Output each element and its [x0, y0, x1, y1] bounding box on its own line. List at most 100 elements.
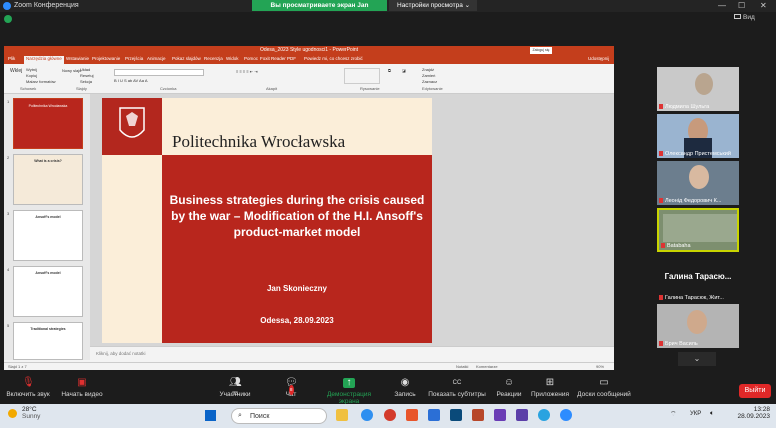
muted-mic-icon [659, 151, 663, 157]
captions-icon: CC [452, 380, 462, 386]
tell-me-search[interactable]: Powiedz mi, co chcesz zrobić [304, 56, 363, 61]
teams-icon[interactable] [494, 409, 506, 421]
ribbon-group-font: Czcionka [160, 86, 177, 91]
muted-mic-icon [659, 104, 663, 110]
current-slide[interactable]: Politechnika Wrocławska Business strateg… [102, 98, 432, 343]
share-button[interactable]: Udostępnij [588, 56, 609, 61]
apps-button[interactable]: ⊞ Приложения [530, 378, 570, 399]
network-icon[interactable]: ⌔ [670, 410, 677, 419]
tab-slideshow[interactable]: Pokaz slajdów [172, 56, 201, 61]
app-icon[interactable] [450, 409, 462, 421]
tab-insert[interactable]: Wstawianie [66, 56, 89, 61]
tab-design[interactable]: Projektowanie [92, 56, 120, 61]
paste-button[interactable]: Wklej [10, 68, 22, 74]
taskbar-search[interactable]: ⌕ Поиск [231, 408, 327, 424]
reset-button[interactable]: Resetuj [80, 73, 94, 78]
shapes-gallery[interactable] [344, 68, 380, 84]
tab-view[interactable]: Widok [226, 56, 239, 61]
slide-logo-block [102, 98, 162, 155]
windows-start-icon[interactable] [205, 410, 216, 421]
leave-button[interactable]: Выйти [739, 384, 771, 398]
participants-button[interactable]: 👥︎33 Участники [218, 378, 252, 399]
powerpoint-window: Odesa_2023 Style ugodnosci1 - PowerPoint… [4, 46, 614, 370]
whiteboards-button[interactable]: ▭ Доски сообщений [576, 378, 632, 399]
font-selector[interactable] [114, 69, 204, 76]
record-button[interactable]: ◉ Запись [390, 378, 420, 399]
ppt-ribbon: Wklej Wytnij Kopiuj Malarz formatów Nowy… [4, 64, 614, 94]
browser-icon[interactable] [361, 409, 373, 421]
volume-icon[interactable]: 🔈︎ [710, 410, 714, 418]
unmute-label: Включить звук [6, 391, 50, 398]
word-icon[interactable] [428, 409, 440, 421]
view-options-button[interactable]: Настройки просмотра ⌄ [389, 0, 477, 11]
ribbon-group-editing: Edytowanie [422, 86, 443, 91]
find-button[interactable]: Znajdź [422, 67, 434, 72]
arrange-button[interactable]: ⧉ [388, 68, 391, 73]
muted-mic-icon [661, 243, 665, 249]
chrome-icon[interactable] [384, 409, 396, 421]
slide-thumbnail[interactable]: 4 Ansoff's model [7, 266, 83, 317]
copy-button[interactable]: Kopiuj [26, 73, 37, 78]
tab-transitions[interactable]: Przejścia [125, 56, 143, 61]
telegram-icon[interactable] [538, 409, 550, 421]
notes-toggle[interactable]: Notatki [456, 364, 468, 369]
taskbar-clock[interactable]: 13:28 28.09.2023 [730, 406, 770, 420]
security-shield-icon[interactable] [4, 15, 12, 23]
participant-tile[interactable]: Брич Василь [657, 304, 739, 348]
participant-tile[interactable]: Леонід Федорович К... [657, 161, 739, 205]
comments-toggle[interactable]: Komentarze [476, 364, 498, 369]
new-slide-button[interactable]: Nowy slajd [62, 68, 81, 73]
format-painter-button[interactable]: Malarz formatów [26, 79, 56, 84]
paragraph-buttons[interactable]: ≡ ≡ ≡ ≡ ⇤ ⇥ [236, 69, 326, 74]
pdf-icon[interactable] [472, 409, 484, 421]
select-button[interactable]: Zaznacz [422, 79, 437, 84]
section-button[interactable]: Sekcja [80, 79, 92, 84]
zoom-app-icon[interactable] [560, 409, 572, 421]
close-icon[interactable]: ✕ [760, 1, 767, 10]
reactions-button[interactable]: ☺ Реакции [494, 378, 524, 399]
slide-thumbnail[interactable]: 2 What is a crisis? [7, 154, 83, 205]
participant-tile[interactable]: Олександр Пристемський [657, 114, 739, 158]
cut-button[interactable]: Wytnij [26, 67, 37, 72]
minimize-icon[interactable]: — [718, 1, 726, 10]
tab-review[interactable]: Recenzja [204, 56, 223, 61]
weather-widget[interactable]: 28°C Sunny [8, 406, 40, 420]
view-button[interactable]: Вид [734, 14, 755, 21]
zoom-titlebar: Zoom Конференция [0, 0, 776, 12]
tab-help[interactable]: Pomoc [244, 56, 258, 61]
participant-tile[interactable]: Людмила Шульга [657, 67, 739, 111]
mic-off-icon: 🎙︎ [22, 377, 35, 388]
replace-button[interactable]: Zamień [422, 73, 435, 78]
slide-thumbnail[interactable]: 1 Politechnika Wrocławska [7, 98, 83, 149]
thumbnail-number: 2 [7, 155, 10, 160]
maximize-icon[interactable]: ☐ [738, 1, 745, 10]
start-video-button[interactable]: ▣ Начать видео [60, 378, 104, 399]
zoom-level[interactable]: 90% [596, 364, 604, 369]
apps-label: Приложения [530, 391, 570, 398]
participant-tile[interactable]: Галина Тарасю... Галина Тарасюк, Жит... [657, 258, 739, 302]
font-format-buttons[interactable]: B I U S ab AV Aa A [114, 78, 224, 83]
viber-icon[interactable] [516, 409, 528, 421]
slide-thumbnail[interactable]: 5 Traditional strategies [7, 322, 83, 360]
avatar [695, 73, 713, 95]
chat-button[interactable]: 💬︎8 Чат [279, 378, 303, 399]
sign-in-button[interactable]: Zaloguj się [530, 47, 552, 54]
slide-thumbnail[interactable]: 3 Ansoff's model [7, 210, 83, 261]
view-options-label: Настройки просмотра [397, 2, 463, 9]
participant-tile[interactable]: Batabaha [657, 208, 739, 252]
captions-button[interactable]: CC Показать субтитры [428, 378, 486, 398]
layout-button[interactable]: Układ [80, 67, 90, 72]
powerpoint-icon[interactable] [406, 409, 418, 421]
tab-file[interactable]: Plik [8, 56, 15, 61]
language-indicator[interactable]: УКР [690, 411, 701, 417]
tab-animations[interactable]: Animacje [147, 56, 166, 61]
tab-foxit[interactable]: Foxit Reader PDF [260, 56, 296, 61]
tab-home[interactable]: Narzędzia główne [24, 56, 64, 64]
share-screen-button[interactable]: ↑ Демонстрация экрана [316, 378, 382, 406]
unmute-button[interactable]: 🎙︎ Включить звук [6, 377, 50, 399]
participant-name-text: Леонід Федорович К... [665, 198, 722, 204]
quick-styles-button[interactable]: ◪ [402, 68, 406, 73]
file-explorer-icon[interactable] [336, 409, 348, 421]
notes-pane[interactable]: Kliknij, aby dodać notatki [90, 346, 614, 360]
scroll-down-button[interactable]: ⌄ [678, 352, 716, 366]
